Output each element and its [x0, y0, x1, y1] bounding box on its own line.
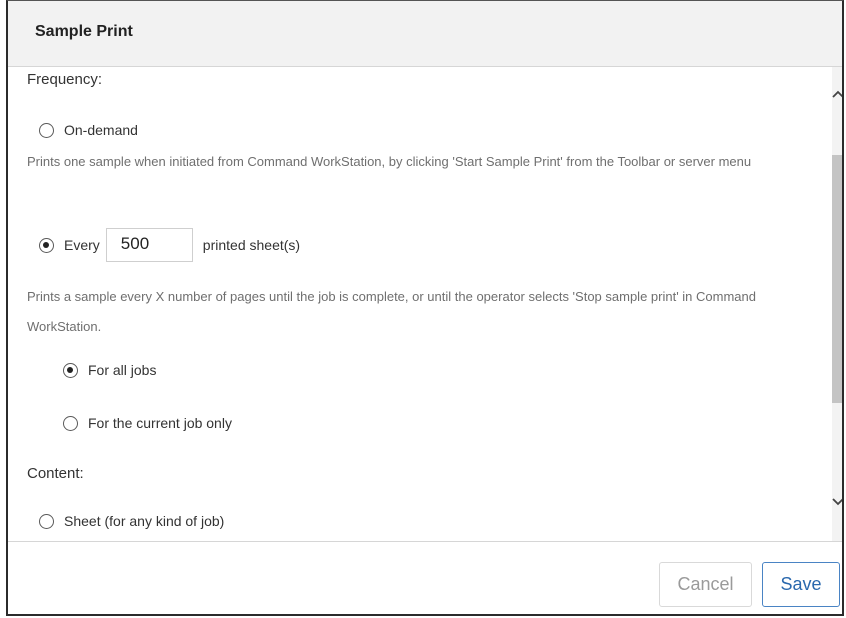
every-sheets-input[interactable]: 500 — [105, 228, 193, 262]
current-job-radio[interactable] — [63, 415, 78, 431]
on-demand-label: On-demand — [64, 122, 138, 138]
every-label: Every — [64, 237, 100, 253]
all-jobs-radio[interactable] — [63, 362, 78, 378]
dialog-header: Sample Print — [8, 1, 842, 67]
sample-print-dialog: Sample Print Frequency: On-demand Prints… — [6, 0, 844, 616]
content-label: Content: — [27, 465, 84, 482]
dialog-title: Sample Print — [35, 23, 133, 40]
sheet-label: Sheet (for any kind of job) — [64, 513, 225, 529]
save-button[interactable]: Save — [762, 562, 840, 607]
vertical-scrollbar[interactable] — [832, 67, 842, 541]
sheet-radio[interactable] — [39, 513, 54, 529]
every-radio[interactable] — [39, 237, 54, 253]
frequency-label: Frequency: — [27, 71, 103, 88]
dialog-content[interactable]: Frequency: On-demand Prints one sample w… — [8, 67, 832, 541]
chevron-up-icon[interactable] — [832, 87, 842, 101]
every-option[interactable]: Every 500 printed sheet(s) — [39, 228, 300, 262]
scrollbar-thumb[interactable] — [832, 155, 842, 403]
cancel-button[interactable]: Cancel — [659, 562, 752, 607]
dialog-footer: Cancel Save — [8, 541, 842, 614]
current-job-label: For the current job only — [88, 415, 232, 431]
on-demand-option[interactable]: On-demand — [39, 122, 138, 138]
current-job-option[interactable]: For the current job only — [63, 415, 232, 431]
chevron-down-icon[interactable] — [832, 495, 842, 509]
printed-sheets-label: printed sheet(s) — [202, 237, 301, 253]
on-demand-description: Prints one sample when initiated from Co… — [27, 154, 752, 169]
on-demand-radio[interactable] — [39, 122, 54, 138]
all-jobs-label: For all jobs — [88, 362, 157, 378]
every-description: Prints a sample every X number of pages … — [27, 289, 756, 334]
all-jobs-option[interactable]: For all jobs — [63, 362, 156, 378]
sheet-option[interactable]: Sheet (for any kind of job) — [39, 513, 224, 529]
